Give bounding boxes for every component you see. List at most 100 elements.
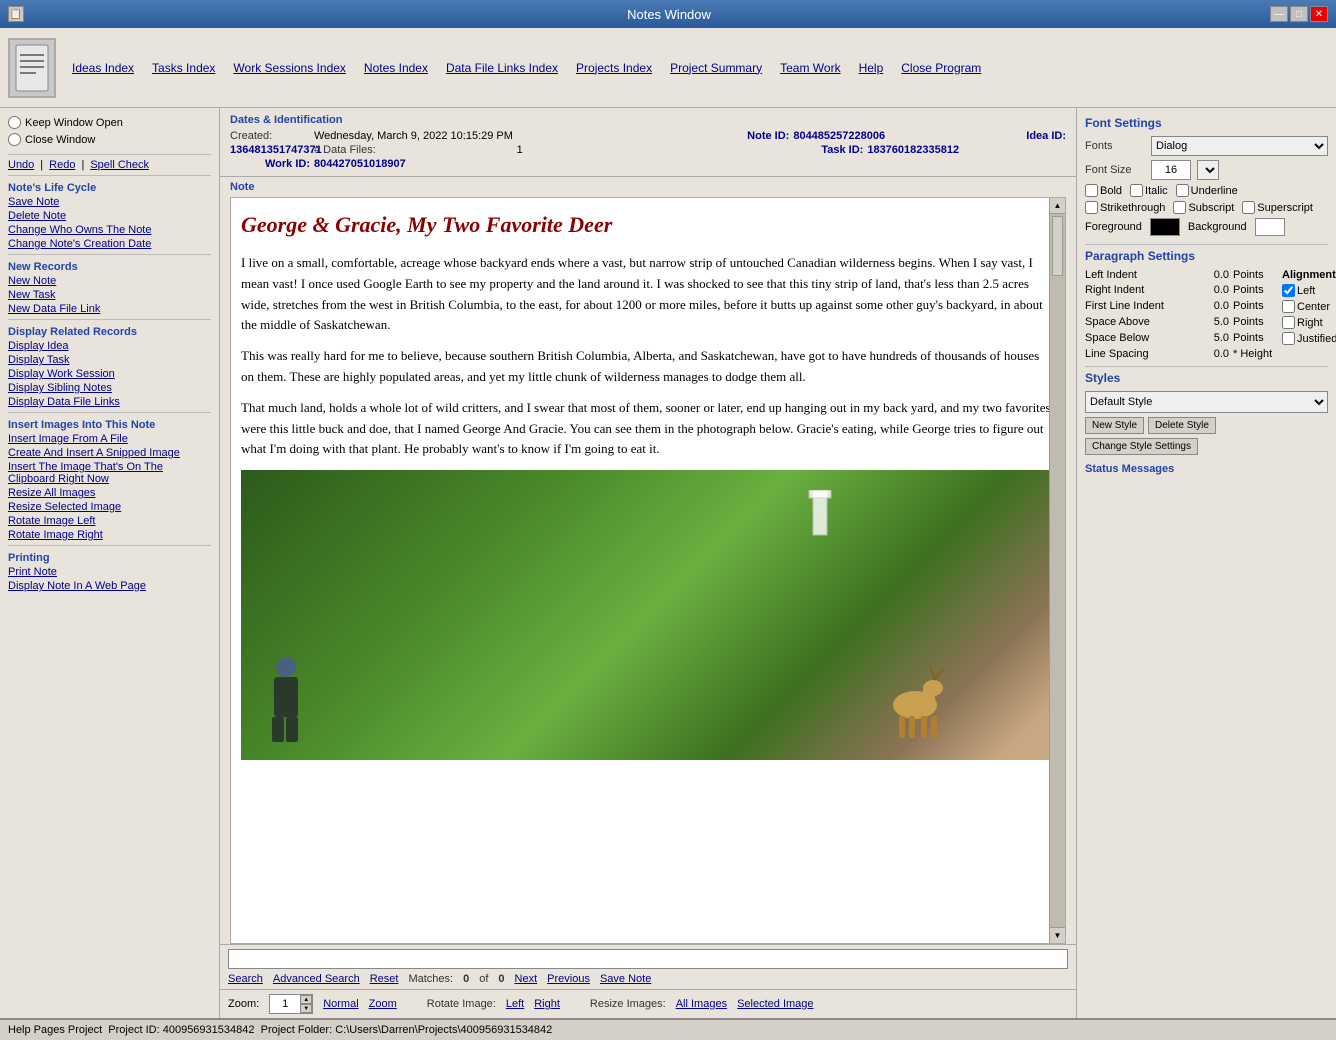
menu-projects-index[interactable]: Projects Index	[576, 61, 652, 75]
strikethrough-checkbox[interactable]	[1085, 201, 1098, 214]
search-controls: Search Advanced Search Reset Matches: 0 …	[228, 973, 1068, 985]
strikethrough-checkbox-item[interactable]: Strikethrough	[1085, 201, 1165, 214]
italic-checkbox[interactable]	[1130, 184, 1143, 197]
display-note-web-link[interactable]: Display Note In A Web Page	[8, 580, 211, 592]
font-size-input[interactable]	[1151, 160, 1191, 180]
deer-figure	[875, 650, 955, 740]
zoom-link[interactable]: Zoom	[369, 998, 397, 1010]
undo-button[interactable]: Undo	[8, 159, 34, 171]
keep-window-label: Keep Window Open	[25, 117, 123, 129]
note-scrollbar[interactable]: ▲ ▼	[1049, 198, 1065, 943]
underline-checkbox-item[interactable]: Underline	[1176, 184, 1238, 197]
save-note-link[interactable]: Save Note	[8, 196, 211, 208]
styles-select[interactable]: Default Style	[1085, 391, 1328, 413]
next-button[interactable]: Next	[515, 973, 538, 985]
zoom-input-group[interactable]: 1 ▲ ▼	[269, 994, 313, 1014]
subscript-checkbox-item[interactable]: Subscript	[1173, 201, 1234, 214]
display-task-link[interactable]: Display Task	[8, 354, 211, 366]
status-messages-title: Status Messages	[1085, 463, 1328, 475]
zoom-down-spinner[interactable]: ▼	[300, 1004, 312, 1013]
close-window-radio[interactable]	[8, 133, 21, 146]
display-data-file-links-link[interactable]: Display Data File Links	[8, 396, 211, 408]
new-style-button[interactable]: New Style	[1085, 417, 1144, 434]
bold-checkbox-item[interactable]: Bold	[1085, 184, 1122, 197]
scroll-down-arrow[interactable]: ▼	[1050, 927, 1065, 943]
right-align-checkbox[interactable]	[1282, 316, 1295, 329]
styles-title: Styles	[1085, 371, 1328, 385]
italic-checkbox-item[interactable]: Italic	[1130, 184, 1168, 197]
maximize-button[interactable]: □	[1290, 6, 1308, 22]
resize-all-images-link[interactable]: Resize All Images	[8, 487, 211, 499]
resize-selected-image-link[interactable]: Resize Selected Image	[8, 501, 211, 513]
font-size-dropdown[interactable]	[1197, 160, 1219, 180]
superscript-checkbox-item[interactable]: Superscript	[1242, 201, 1313, 214]
scroll-up-arrow[interactable]: ▲	[1050, 198, 1065, 214]
center-align-item[interactable]: Center	[1282, 300, 1336, 313]
advanced-search-button[interactable]: Advanced Search	[273, 973, 360, 985]
reset-button[interactable]: Reset	[370, 973, 399, 985]
subscript-checkbox[interactable]	[1173, 201, 1186, 214]
rotate-image-left-link[interactable]: Rotate Image Left	[8, 515, 211, 527]
change-style-settings-button[interactable]: Change Style Settings	[1085, 438, 1198, 455]
scroll-thumb[interactable]	[1052, 216, 1063, 276]
background-color-box[interactable]	[1255, 218, 1285, 236]
keep-window-radio[interactable]	[8, 116, 21, 129]
left-align-checkbox[interactable]	[1282, 284, 1295, 297]
menu-ideas-index[interactable]: Ideas Index	[72, 61, 134, 75]
all-images-button[interactable]: All Images	[676, 998, 727, 1010]
menu-data-file-links-index[interactable]: Data File Links Index	[446, 61, 558, 75]
normal-label[interactable]: Normal	[323, 998, 358, 1010]
note-editor[interactable]: George & Gracie, My Two Favorite Deer I …	[231, 198, 1065, 943]
create-and-insert-snipped-link[interactable]: Create And Insert A Snipped Image	[8, 447, 211, 459]
bold-checkbox[interactable]	[1085, 184, 1098, 197]
menu-notes-index[interactable]: Notes Index	[364, 61, 428, 75]
keep-window-open-option[interactable]: Keep Window Open	[8, 116, 211, 129]
zoom-value-input[interactable]: 1	[270, 995, 300, 1013]
close-button[interactable]: ✕	[1310, 6, 1328, 22]
menu-help[interactable]: Help	[859, 61, 884, 75]
change-who-owns-link[interactable]: Change Who Owns The Note	[8, 224, 211, 236]
display-work-session-link[interactable]: Display Work Session	[8, 368, 211, 380]
print-note-link[interactable]: Print Note	[8, 566, 211, 578]
underline-checkbox[interactable]	[1176, 184, 1189, 197]
justified-align-item[interactable]: Justified	[1282, 332, 1336, 345]
insert-image-from-file-link[interactable]: Insert Image From A File	[8, 433, 211, 445]
change-creation-date-link[interactable]: Change Note's Creation Date	[8, 238, 211, 250]
new-note-link[interactable]: New Note	[8, 275, 211, 287]
selected-image-button[interactable]: Selected Image	[737, 998, 813, 1010]
justified-align-checkbox[interactable]	[1282, 332, 1295, 345]
search-input[interactable]	[228, 949, 1068, 969]
menu-project-summary[interactable]: Project Summary	[670, 61, 762, 75]
left-align-item[interactable]: Left	[1282, 284, 1336, 297]
display-sibling-notes-link[interactable]: Display Sibling Notes	[8, 382, 211, 394]
menu-tasks-index[interactable]: Tasks Index	[152, 61, 215, 75]
minimize-button[interactable]: —	[1270, 6, 1288, 22]
right-align-item[interactable]: Right	[1282, 316, 1336, 329]
zoom-up-spinner[interactable]: ▲	[300, 995, 312, 1004]
insert-image-clipboard-link[interactable]: Insert The Image That's On The Clipboard…	[8, 461, 211, 485]
delete-note-link[interactable]: Delete Note	[8, 210, 211, 222]
new-records-section-title: New Records	[8, 261, 211, 273]
redo-button[interactable]: Redo	[49, 159, 75, 171]
font-select[interactable]: Dialog	[1151, 136, 1328, 156]
new-data-file-link-link[interactable]: New Data File Link	[8, 303, 211, 315]
menu-work-sessions-index[interactable]: Work Sessions Index	[233, 61, 346, 75]
delete-style-button[interactable]: Delete Style	[1148, 417, 1216, 434]
menu-close-program[interactable]: Close Program	[901, 61, 981, 75]
search-button[interactable]: Search	[228, 973, 263, 985]
superscript-checkbox[interactable]	[1242, 201, 1255, 214]
menu-team-work[interactable]: Team Work	[780, 61, 840, 75]
search-save-note-button[interactable]: Save Note	[600, 973, 651, 985]
close-window-option[interactable]: Close Window	[8, 133, 211, 146]
new-task-link[interactable]: New Task	[8, 289, 211, 301]
rotate-right-button[interactable]: Right	[534, 998, 560, 1010]
center-align-checkbox[interactable]	[1282, 300, 1295, 313]
zoom-spinner[interactable]: ▲ ▼	[300, 995, 312, 1013]
rotate-image-right-link[interactable]: Rotate Image Right	[8, 529, 211, 541]
display-idea-link[interactable]: Display Idea	[8, 340, 211, 352]
note-paragraph-3: That much land, holds a whole lot of wil…	[241, 398, 1055, 460]
rotate-left-button[interactable]: Left	[506, 998, 524, 1010]
spell-check-button[interactable]: Spell Check	[90, 159, 149, 171]
previous-button[interactable]: Previous	[547, 973, 590, 985]
foreground-color-box[interactable]	[1150, 218, 1180, 236]
